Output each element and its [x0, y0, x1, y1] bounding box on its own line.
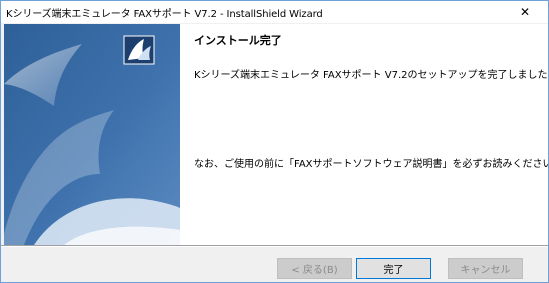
close-icon[interactable]: ✕	[502, 1, 548, 23]
banner-graphic	[4, 24, 180, 245]
installer-window: Kシリーズ端末エミュレータ FAXサポート V7.2 - InstallShie…	[0, 0, 549, 283]
cancel-button[interactable]: キャンセル	[448, 258, 523, 279]
finish-button[interactable]: 完了	[356, 258, 431, 279]
title-bar[interactable]: Kシリーズ端末エミュレータ FAXサポート V7.2 - InstallShie…	[1, 1, 548, 23]
wizard-content: インストール完了 Kシリーズ端末エミュレータ FAXサポート V7.2のセットア…	[1, 23, 548, 245]
wizard-side-banner	[4, 24, 180, 245]
window-title: Kシリーズ端末エミュレータ FAXサポート V7.2 - InstallShie…	[6, 8, 323, 20]
page-title: インストール完了	[194, 34, 282, 47]
completion-message: Kシリーズ端末エミュレータ FAXサポート V7.2のセットアップを完了しました…	[194, 70, 549, 81]
installshield-logo-icon	[123, 35, 155, 65]
manual-notice-message: なお、ご使用の前に「FAXサポートソフトウェア説明書」を必ずお読みください。	[194, 159, 549, 170]
wizard-main-panel: インストール完了 Kシリーズ端末エミュレータ FAXサポート V7.2のセットア…	[180, 24, 548, 245]
button-separator	[1, 245, 548, 247]
back-button[interactable]: < 戻る(B)	[277, 258, 352, 279]
